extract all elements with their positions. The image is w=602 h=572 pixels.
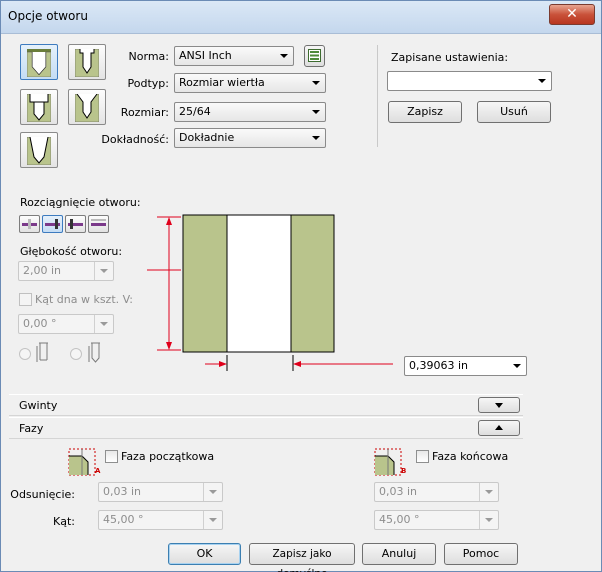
stretch-right-icon xyxy=(68,219,83,229)
tapered-hole-icon xyxy=(27,137,51,165)
norma-label: Norma: xyxy=(128,50,169,63)
dialog-window: Opcje otworu ✕ Norma: ANSI Inch Podtyp: … xyxy=(0,0,602,572)
end-chamfer-tag: B xyxy=(401,467,407,475)
end-angle-input[interactable]: 45,00 ° xyxy=(374,510,499,530)
depth-input[interactable]: 2,00 in xyxy=(18,261,114,281)
dokladnosc-label: Dokładność: xyxy=(101,133,169,146)
hole-preview xyxy=(147,214,393,371)
chevron-down-icon xyxy=(209,490,217,494)
chevron-down-icon xyxy=(485,490,493,494)
bottom-type-radio-2[interactable] xyxy=(70,348,82,360)
v-angle-value: 0,00 ° xyxy=(23,317,57,330)
v-bottom-icon xyxy=(88,342,100,363)
chevron-down-icon xyxy=(100,269,108,273)
rozmiar-value: 25/64 xyxy=(179,105,211,118)
cancel-button[interactable]: Anuluj xyxy=(362,543,436,565)
close-button[interactable]: ✕ xyxy=(549,4,595,25)
v-angle-checkbox[interactable] xyxy=(19,293,32,306)
stretch-left-icon xyxy=(45,219,60,229)
v-angle-input[interactable]: 0,00 ° xyxy=(18,314,114,334)
start-chamfer-checkbox[interactable] xyxy=(105,450,118,463)
rozmiar-label: Rozmiar: xyxy=(120,106,169,119)
delete-settings-button[interactable]: Usuń xyxy=(477,101,551,123)
stretch-option-4-button[interactable] xyxy=(88,215,109,233)
podtyp-value: Rozmiar wiertła xyxy=(179,76,265,89)
fazy-label: Fazy xyxy=(19,422,44,435)
podtyp-select[interactable]: Rozmiar wiertła xyxy=(174,73,326,93)
chevron-down-icon xyxy=(485,518,493,522)
chevron-down-icon xyxy=(495,403,503,408)
chevron-down-icon xyxy=(538,79,546,83)
chevron-down-icon xyxy=(312,81,320,85)
depth-label: Głębokość otworu: xyxy=(20,245,123,258)
gwinty-label: Gwinty xyxy=(19,399,58,412)
stretch-option-1-button[interactable] xyxy=(19,215,40,233)
close-icon: ✕ xyxy=(566,6,578,22)
help-button[interactable]: Pomoc xyxy=(444,543,518,565)
chevron-down-icon xyxy=(209,518,217,522)
title-bar[interactable]: Opcje otworu ✕ xyxy=(1,1,601,34)
vertical-divider xyxy=(377,45,378,147)
chevron-down-icon xyxy=(312,110,320,114)
bottom-type-radio-1[interactable] xyxy=(19,348,31,360)
end-offset-input[interactable]: 0,03 in xyxy=(374,482,499,502)
norma-table-button[interactable] xyxy=(304,45,325,67)
start-angle-input[interactable]: 45,00 ° xyxy=(98,510,223,530)
chevron-up-icon xyxy=(495,425,503,430)
chevron-down-icon xyxy=(312,136,320,140)
gwinty-expand-button[interactable] xyxy=(478,397,520,413)
podtyp-label: Podtyp: xyxy=(127,77,169,90)
flat-bottom-icon xyxy=(36,342,48,362)
saved-settings-select[interactable] xyxy=(387,71,552,91)
chevron-down-icon xyxy=(513,364,521,368)
start-angle-value: 45,00 ° xyxy=(103,513,144,526)
v-angle-label: Kąt dna w kszt. V: xyxy=(35,293,133,306)
angle-label: Kąt: xyxy=(53,515,75,528)
chevron-down-icon xyxy=(100,322,108,326)
stretch-center-icon xyxy=(91,219,106,226)
depth-value: 2,00 in xyxy=(23,264,62,277)
ok-button[interactable]: OK xyxy=(168,543,241,565)
start-offset-value: 0,03 in xyxy=(103,485,142,498)
rozmiar-select[interactable]: 25/64 xyxy=(174,102,326,122)
save-settings-button[interactable]: Zapisz xyxy=(388,101,462,123)
end-chamfer-label: Faza końcowa xyxy=(432,450,509,463)
hole-type-simple-button[interactable] xyxy=(20,44,58,80)
dokladnosc-select[interactable]: Dokładnie xyxy=(174,128,326,148)
gwinty-panel-header[interactable]: Gwinty xyxy=(9,394,523,416)
saved-settings-label: Zapisane ustawienia: xyxy=(391,51,509,64)
diameter-input[interactable]: 0,39063 in xyxy=(404,356,527,376)
hole-type-threaded-button[interactable] xyxy=(20,89,58,125)
fazy-collapse-button[interactable] xyxy=(478,420,520,436)
end-offset-value: 0,03 in xyxy=(379,485,418,498)
counterbore-hole-icon xyxy=(75,49,99,77)
stretch-both-icon xyxy=(22,219,37,229)
save-default-button[interactable]: Zapisz jako domyślne xyxy=(249,543,355,572)
offset-label: Odsunięcie: xyxy=(10,488,75,501)
norma-select[interactable]: ANSI Inch xyxy=(174,46,294,66)
threaded-hole-icon xyxy=(27,94,51,122)
norma-value: ANSI Inch xyxy=(179,49,232,62)
start-offset-input[interactable]: 0,03 in xyxy=(98,482,223,502)
start-chamfer-label: Faza początkowa xyxy=(121,450,215,463)
countersink-hole-icon xyxy=(75,94,99,122)
diameter-value: 0,39063 in xyxy=(409,359,469,372)
fazy-panel-header[interactable]: Fazy xyxy=(9,417,523,439)
table-icon xyxy=(308,49,321,62)
window-title: Opcje otworu xyxy=(8,9,88,23)
stretch-option-3-button[interactable] xyxy=(65,215,86,233)
end-chamfer-checkbox[interactable] xyxy=(416,450,429,463)
chevron-down-icon xyxy=(280,54,288,58)
hole-type-tapered-button[interactable] xyxy=(20,132,58,168)
start-chamfer-tag: A xyxy=(95,467,101,475)
simple-hole-icon xyxy=(27,49,51,77)
stretch-label: Rozciągnięcie otworu: xyxy=(20,196,141,209)
end-angle-value: 45,00 ° xyxy=(379,513,420,526)
stretch-option-2-button[interactable] xyxy=(42,215,63,233)
dokladnosc-value: Dokładnie xyxy=(179,131,235,144)
